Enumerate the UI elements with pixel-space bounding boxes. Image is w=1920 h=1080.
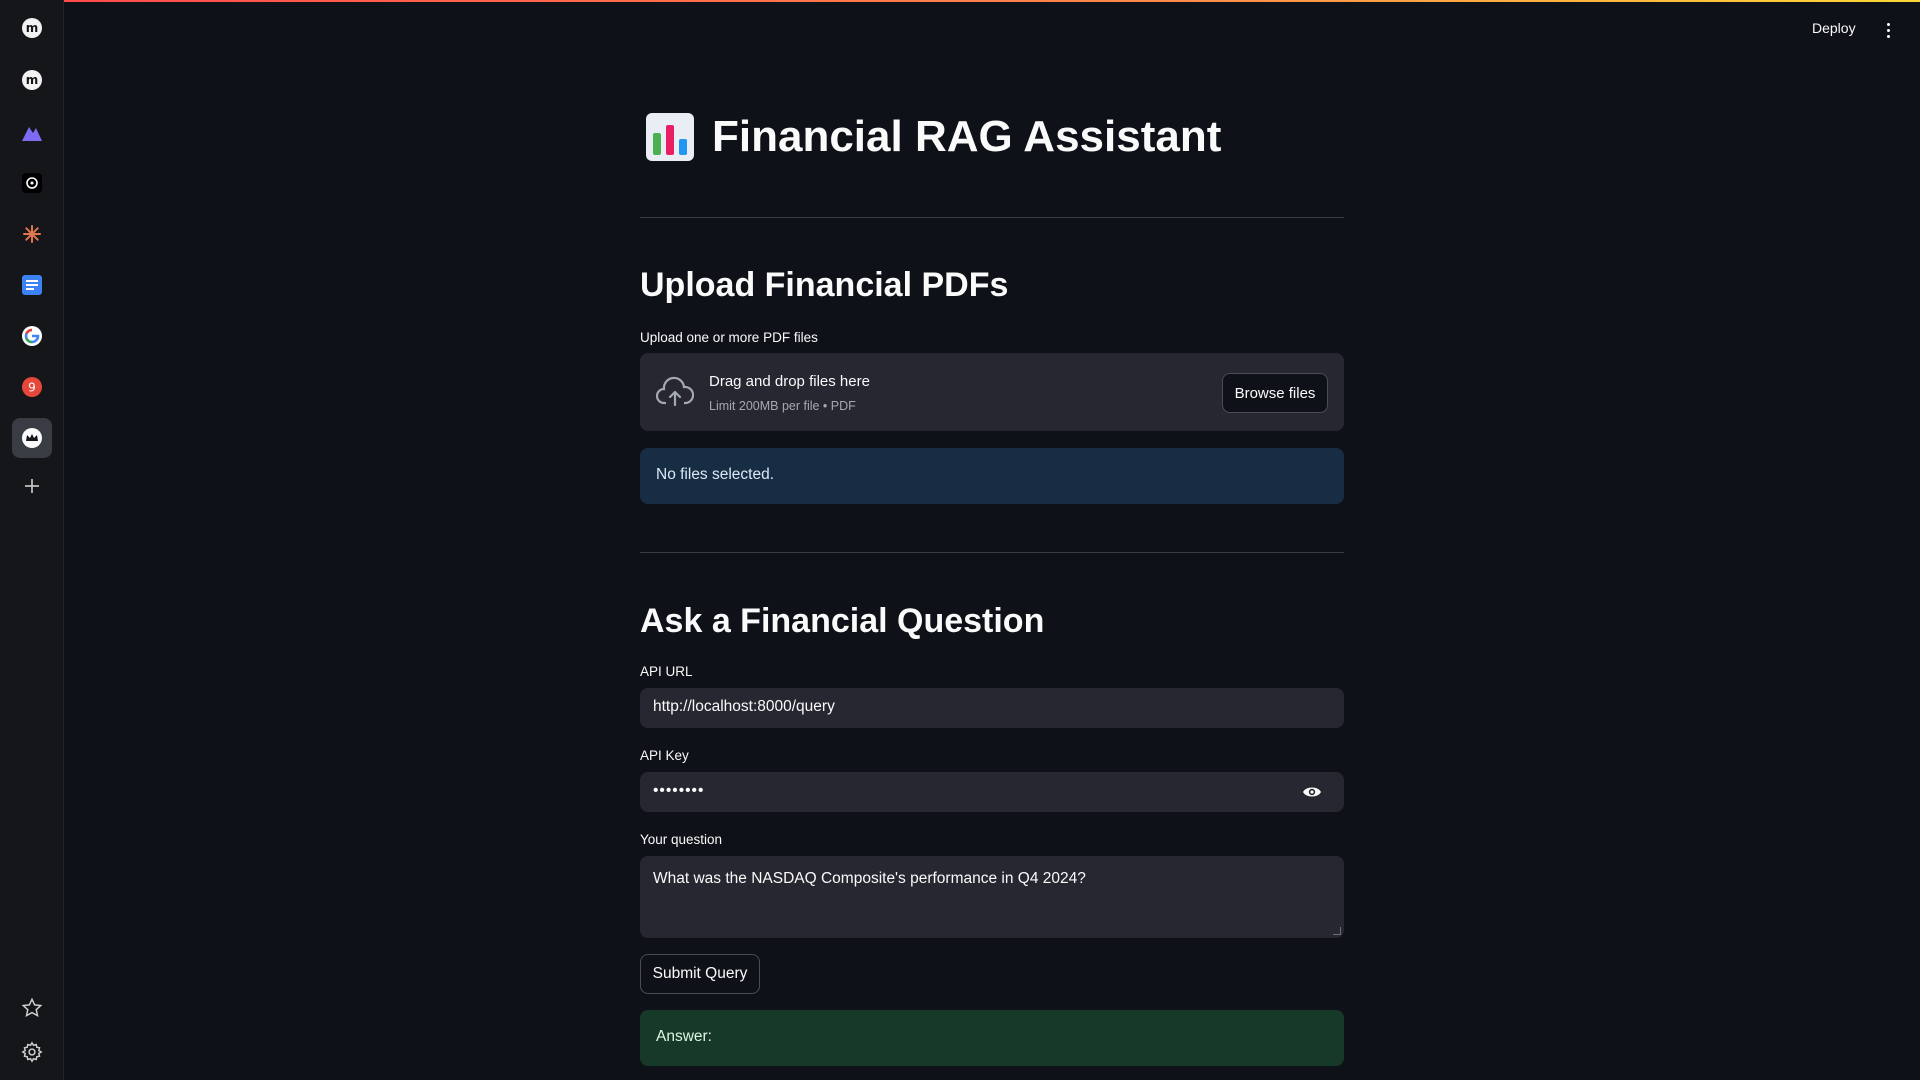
- star-icon[interactable]: [12, 988, 52, 1028]
- question-textarea[interactable]: What was the NASDAQ Composite's performa…: [640, 856, 1344, 938]
- settings-icon[interactable]: [12, 1032, 52, 1072]
- api-key-label: API Key: [640, 748, 689, 763]
- uploader-label: Upload one or more PDF files: [640, 330, 818, 345]
- main-menu-icon[interactable]: [1880, 20, 1896, 40]
- bar-chart-emoji-icon: [646, 113, 694, 161]
- api-url-label: API URL: [640, 664, 693, 679]
- resize-handle[interactable]: [1333, 927, 1341, 935]
- info-message: No files selected.: [640, 448, 1344, 504]
- dropzone-title: Drag and drop files here: [709, 373, 870, 390]
- svg-text:m: m: [26, 73, 39, 87]
- deploy-button[interactable]: Deploy: [1812, 20, 1856, 36]
- file-dropzone[interactable]: Drag and drop files here Limit 200MB per…: [640, 353, 1344, 431]
- claude-icon[interactable]: [12, 214, 52, 254]
- app-sidebar: m m 9: [0, 0, 64, 1080]
- mountain-icon[interactable]: [12, 112, 52, 152]
- api-url-input[interactable]: http://localhost:8000/query: [640, 688, 1344, 728]
- upload-heading: Upload Financial PDFs: [640, 266, 1009, 304]
- m-app-icon-2[interactable]: m: [12, 60, 52, 100]
- m-app-icon[interactable]: m: [12, 8, 52, 48]
- cloud-upload-icon: [655, 375, 695, 414]
- page-title-text: Financial RAG Assistant: [712, 112, 1222, 161]
- svg-text:m: m: [26, 21, 39, 35]
- divider: [640, 217, 1344, 218]
- api-key-input[interactable]: ••••••••: [640, 772, 1344, 812]
- show-password-icon[interactable]: [1302, 784, 1322, 805]
- query-heading: Ask a Financial Question: [640, 602, 1045, 640]
- google-icon[interactable]: [12, 316, 52, 356]
- dropzone-limit: Limit 200MB per file • PDF: [709, 399, 856, 413]
- svg-text:9: 9: [28, 381, 36, 395]
- divider: [640, 552, 1344, 553]
- api-key-value: ••••••••: [653, 782, 705, 799]
- crown-icon[interactable]: [12, 418, 52, 458]
- question-label: Your question: [640, 832, 723, 847]
- top-decoration-bar: [64, 0, 1920, 2]
- submit-query-button[interactable]: Submit Query: [640, 954, 760, 994]
- docs-icon[interactable]: [12, 265, 52, 305]
- question-value: What was the NASDAQ Composite's performa…: [653, 870, 1086, 887]
- badge-icon[interactable]: 9: [12, 367, 52, 407]
- page-title: Financial RAG Assistant: [646, 112, 1221, 162]
- browse-files-button[interactable]: Browse files: [1222, 373, 1328, 413]
- plus-icon[interactable]: [12, 466, 52, 506]
- openai-icon[interactable]: [12, 163, 52, 203]
- answer-box: Answer:: [640, 1010, 1344, 1066]
